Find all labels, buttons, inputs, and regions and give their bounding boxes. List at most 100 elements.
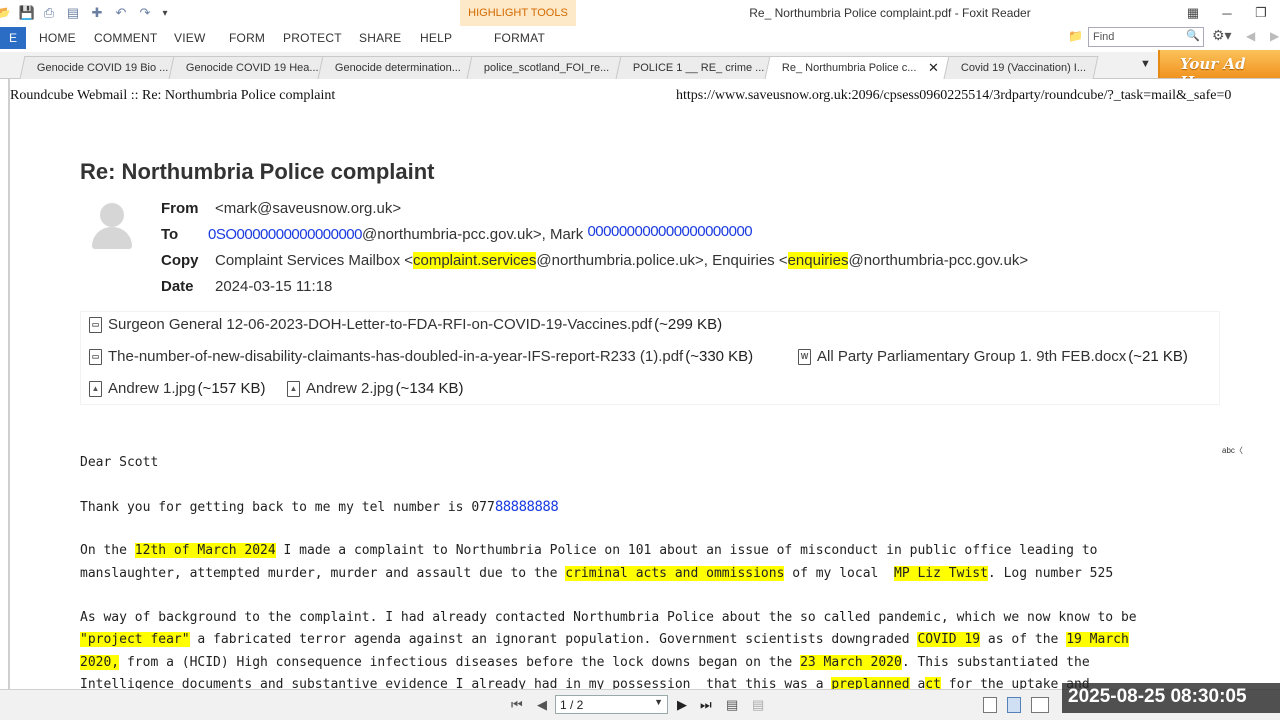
avatar [90,203,134,249]
menu-format[interactable]: FORMAT [494,31,545,45]
page-edge [8,79,10,689]
back-arrow-icon[interactable]: ◀ [1246,29,1255,43]
body-line: As way of background to the complaint. I… [80,610,1137,625]
highlighted-text: preplanned [831,677,910,689]
tab-covid-vaccination[interactable]: Covid 19 (Vaccination) I... [943,56,1099,79]
undo-icon[interactable]: ↶ [112,4,130,22]
word-icon: W [798,348,811,365]
menu-form[interactable]: FORM [229,31,265,45]
tab-police-scotland-foi[interactable]: police_scotland_FOI_re... [466,56,622,79]
customize-toolbar-icon[interactable]: ▾ [156,4,174,22]
highlighted-text: enquiries [787,252,849,269]
previous-page-icon[interactable]: ◀ [537,697,547,713]
continuous-view-icon[interactable] [1007,697,1021,713]
menu-home[interactable]: HOME [39,31,76,45]
ad-banner[interactable]: Your Ad Here [1158,50,1280,91]
body-line: Intelligence documents and substantive e… [80,677,1090,689]
restore-button[interactable]: ❐ [1248,3,1274,23]
tab-police-1-crime[interactable]: POLICE 1 __ RE_ crime ... [615,56,771,79]
menu-protect[interactable]: PROTECT [283,31,342,45]
tab-genocide-determination[interactable]: Genocide determination... [317,56,473,79]
attachment-size: (~299 KB) [654,316,723,333]
print-icon[interactable]: ⎙ [40,4,58,22]
tab-list-dropdown-icon[interactable]: ▼ [1140,58,1151,70]
page-number-select[interactable]: 1 / 2 ▼ [555,695,668,714]
save-icon[interactable]: 💾 [18,4,36,22]
body-text: I made a complaint to Northumbria Police… [275,543,1098,558]
close-tab-icon[interactable]: ✕ [928,60,939,76]
tab-label: Genocide determination... [334,62,461,74]
menu-view[interactable]: VIEW [174,31,205,45]
chevron-down-icon: ▼ [654,697,663,707]
first-page-icon[interactable]: ⏮ [511,697,523,713]
last-page-icon[interactable]: ⏭ [700,697,712,713]
body-text: as of the [980,632,1067,647]
attachment-size: (~157 KB) [197,380,266,397]
attachment-item[interactable]: W All Party Parliamentary Group 1. 9th F… [798,348,1188,365]
create-pdf-icon[interactable]: ✚ [88,4,106,22]
page-indicator: 1 / 2 [560,698,584,712]
text-select-cursor-icon: abc〈 [1222,446,1243,455]
previous-view-icon[interactable]: ▤ [726,697,738,713]
copy-value: Complaint Services Mailbox <complaint.se… [215,252,1028,269]
menu-help[interactable]: HELP [420,31,452,45]
body-text: of my local [784,566,894,581]
attachment-name: Andrew 2.jpg [306,380,394,397]
redacted-text: 88888888 [494,499,559,515]
body-text: a fabricated terror agenda against an ig… [189,632,918,647]
image-icon: ▲ [287,380,300,397]
tab-genocide-covid-bio[interactable]: Genocide COVID 19 Bio ... [19,56,175,79]
image-icon: ▲ [89,380,102,397]
redo-icon[interactable]: ↷ [136,4,154,22]
highlighted-text: "project fear" [80,632,190,647]
attachment-item[interactable]: ▲ Andrew 1.jpg (~157 KB) [89,380,266,397]
body-line: On the 12th of March 2024 I made a compl… [80,543,1098,558]
forward-arrow-icon[interactable]: ▶ [1270,29,1279,43]
body-text: Intelligence documents and substantive e… [80,677,832,689]
body-line: "project fear" a fabricated terror agend… [80,632,1129,647]
properties-icon[interactable]: ▤ [64,4,82,22]
to-label: To [161,226,179,243]
date-value: 2024-03-15 11:18 [215,278,333,295]
facing-view-icon[interactable] [1031,697,1049,713]
document-tab-bar: Genocide COVID 19 Bio ... Genocide COVID… [0,52,1280,79]
file-menu-button[interactable]: E [0,27,26,49]
attachment-size: (~134 KB) [395,380,464,397]
search-icon[interactable]: 🔍 [1186,29,1200,42]
body-text: a [909,677,926,689]
page-header-title: Roundcube Webmail :: Re: Northumbria Pol… [10,88,336,103]
attachment-name: Andrew 1.jpg [108,380,196,397]
tab-label: police_scotland_FOI_re... [483,62,610,74]
attachment-item[interactable]: ▲ Andrew 2.jpg (~134 KB) [287,380,464,397]
single-page-view-icon[interactable] [983,697,997,713]
body-line: manslaughter, attempted murder, murder a… [80,566,1113,581]
gear-icon[interactable]: ⚙▾ [1212,27,1232,44]
next-page-icon[interactable]: ▶ [677,697,687,713]
body-text: from a (HCID) High consequence infectiou… [119,655,801,670]
redacted-text: 0SO0000000000000000 [208,226,363,243]
highlighted-text: MP Liz Twist [894,566,988,581]
copy-label: Copy [161,252,199,269]
date-label: Date [161,278,194,295]
copy-text: Complaint Services Mailbox < [215,252,413,269]
menu-comment[interactable]: COMMENT [94,31,157,45]
tab-northumbria-police-complaint[interactable]: Re_ Northumbria Police c... [764,56,950,79]
highlighted-text: complaint.services [413,252,537,269]
highlight-tools-context-tab[interactable]: HIGHLIGHT TOOLS [460,0,576,26]
greeting: Dear Scott [80,455,159,470]
minimize-button[interactable]: ─ [1214,3,1240,23]
attachment-item[interactable]: ▭ The-number-of-new-disability-claimants… [89,348,753,365]
attachment-size: (~21 KB) [1128,348,1188,365]
tab-label: POLICE 1 __ RE_ crime ... [632,62,765,74]
open-folder-icon[interactable]: 📂 [0,4,12,22]
highlighted-text: 23 March 2020 [800,655,902,670]
highlighted-text: COVID 19 [917,632,981,647]
menu-share[interactable]: SHARE [359,31,401,45]
find-folder-icon[interactable]: 📁 [1068,29,1086,45]
document-viewport[interactable]: Roundcube Webmail :: Re: Northumbria Pol… [0,79,1280,689]
recording-timestamp-overlay: 2025-08-25 08:30:05 [1062,683,1280,713]
tab-genocide-covid-hea[interactable]: Genocide COVID 19 Hea... [168,56,324,79]
next-view-icon[interactable]: ▤ [752,697,764,713]
attachment-item[interactable]: ▭ Surgeon General 12-06-2023-DOH-Letter-… [89,316,722,333]
fullscreen-icon[interactable]: ▦ [1180,3,1206,23]
